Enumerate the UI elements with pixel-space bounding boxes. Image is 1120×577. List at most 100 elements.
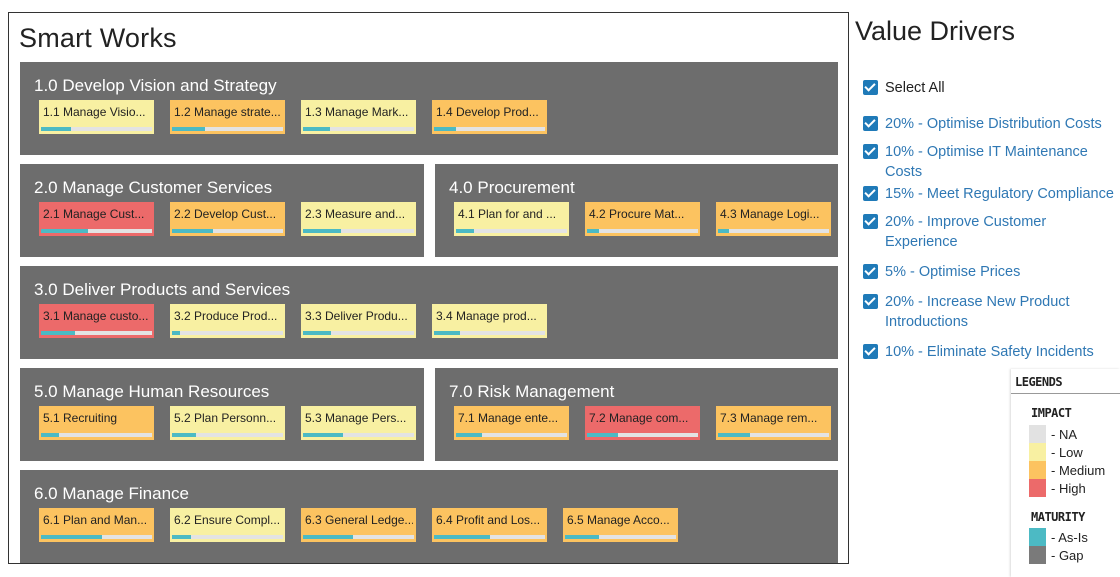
checkbox-checked-icon[interactable]: [863, 80, 878, 95]
card-label: 2.2 Develop Cust...: [174, 207, 277, 221]
card-label: 7.2 Manage com...: [589, 411, 689, 425]
card-label: 1.3 Manage Mark...: [305, 105, 409, 119]
capability-card[interactable]: 1.3 Manage Mark...: [301, 100, 416, 134]
checkbox-checked-icon[interactable]: [863, 116, 878, 131]
checkbox-checked-icon[interactable]: [863, 294, 878, 309]
checkbox-checked-icon[interactable]: [863, 186, 878, 201]
maturity-bar: [718, 229, 829, 233]
capability-card[interactable]: 7.3 Manage rem...: [716, 406, 831, 440]
capability-card[interactable]: 6.3 General Ledge...: [301, 508, 416, 542]
capability-card[interactable]: 7.2 Manage com...: [585, 406, 700, 440]
capability-card[interactable]: 4.2 Procure Mat...: [585, 202, 700, 236]
legend-label: - High: [1051, 480, 1086, 496]
checkbox-checked-icon[interactable]: [863, 214, 878, 229]
capability-group: 4.0 Procurement 4.1 Plan for and ... 4.2 P…: [435, 164, 838, 257]
maturity-bar: [456, 229, 567, 233]
value-driver-label: 20% - Improve Customer Experience: [885, 214, 1047, 250]
capability-card[interactable]: 3.2 Produce Prod...: [170, 304, 285, 338]
value-driver-item[interactable]: 20% - Improve Customer Experience: [863, 212, 1120, 252]
card-label: 1.2 Manage strate...: [174, 105, 281, 119]
select-all-checkbox[interactable]: Select All: [863, 78, 945, 98]
maturity-fill: [41, 433, 59, 437]
maturity-fill: [587, 229, 600, 233]
maturity-fill: [172, 127, 206, 131]
legend-swatch: [1029, 461, 1046, 479]
maturity-fill: [565, 535, 600, 539]
maturity-bar: [303, 229, 414, 233]
legend-impact-title: IMPACT: [1031, 406, 1072, 420]
capability-card[interactable]: 4.3 Manage Logi...: [716, 202, 831, 236]
capability-card[interactable]: 5.3 Manage Pers...: [301, 406, 416, 440]
capability-card[interactable]: 5.2 Plan Personn...: [170, 406, 285, 440]
legend-divider: [1011, 393, 1120, 394]
group-title: 4.0 Procurement: [449, 178, 575, 197]
checkbox-checked-icon[interactable]: [863, 344, 878, 359]
maturity-bar: [172, 433, 283, 437]
legend-label: - As-Is: [1051, 529, 1088, 545]
maturity-bar: [587, 433, 698, 437]
capability-group: 7.0 Risk Management 7.1 Manage ente... 7.2…: [435, 368, 838, 461]
value-driver-item[interactable]: 5% - Optimise Prices: [863, 262, 1120, 282]
capability-group: 3.0 Deliver Products and Services 3.1 Man…: [20, 266, 838, 359]
capability-card[interactable]: 2.1 Manage Cust...: [39, 202, 154, 236]
checkbox-checked-icon[interactable]: [863, 144, 878, 159]
card-label: 5.3 Manage Pers...: [305, 411, 407, 425]
capability-card[interactable]: 3.4 Manage prod...: [432, 304, 547, 338]
value-driver-label: 10% - Eliminate Safety Incidents: [885, 344, 1094, 360]
maturity-bar: [434, 535, 545, 539]
capability-card[interactable]: 2.2 Develop Cust...: [170, 202, 285, 236]
maturity-fill: [41, 331, 76, 335]
legend-label: - Low: [1051, 444, 1083, 460]
maturity-bar: [434, 331, 545, 335]
maturity-fill: [303, 433, 343, 437]
capability-card[interactable]: 6.1 Plan and Man...: [39, 508, 154, 542]
value-driver-label: 15% - Meet Regulatory Compliance: [885, 186, 1114, 202]
maturity-fill: [456, 229, 474, 233]
legend-row: - Gap: [1029, 546, 1084, 564]
capability-card[interactable]: 1.1 Manage Visio...: [39, 100, 154, 134]
maturity-fill: [303, 331, 331, 335]
legend-label: - Medium: [1051, 462, 1106, 478]
value-driver-label: 5% - Optimise Prices: [885, 264, 1021, 280]
maturity-fill: [41, 127, 71, 131]
value-driver-item[interactable]: 20% - Increase New Product Introductions: [863, 292, 1120, 332]
maturity-bar: [41, 331, 152, 335]
legend-swatch: [1029, 479, 1046, 497]
value-driver-item[interactable]: 20% - Optimise Distribution Costs: [863, 114, 1120, 134]
maturity-fill: [172, 433, 197, 437]
capability-card[interactable]: 1.4 Develop Prod...: [432, 100, 547, 134]
card-label: 6.1 Plan and Man...: [43, 513, 148, 527]
capability-card[interactable]: 6.2 Ensure Compl...: [170, 508, 285, 542]
capability-card[interactable]: 3.3 Deliver Produ...: [301, 304, 416, 338]
maturity-bar: [172, 127, 283, 131]
capability-card[interactable]: 2.3 Measure and...: [301, 202, 416, 236]
legend-row: - Medium: [1029, 461, 1105, 479]
capability-card[interactable]: 6.5 Manage Acco...: [563, 508, 678, 542]
card-label: 5.1 Recruiting: [43, 411, 118, 425]
maturity-bar: [41, 535, 152, 539]
capability-card[interactable]: 1.2 Manage strate...: [170, 100, 285, 134]
maturity-fill: [434, 331, 460, 335]
legend-swatch: [1029, 425, 1046, 443]
capability-group: 6.0 Manage Finance 6.1 Plan and Man... 6.2…: [20, 470, 838, 563]
value-driver-label: 20% - Increase New Product Introductions: [885, 294, 1070, 330]
capability-card[interactable]: 3.1 Manage custo...: [39, 304, 154, 338]
maturity-bar: [172, 229, 283, 233]
capability-card[interactable]: 4.1 Plan for and ...: [454, 202, 569, 236]
page-title: Smart Works: [19, 23, 177, 53]
maturity-bar: [456, 433, 567, 437]
legend-row: - As-Is: [1029, 528, 1088, 546]
card-label: 6.4 Profit and Los...: [436, 513, 541, 527]
legend-maturity-title: MATURITY: [1031, 510, 1085, 524]
value-driver-item[interactable]: 10% - Optimise IT Maintenance Costs: [863, 142, 1120, 182]
capability-card[interactable]: 5.1 Recruiting: [39, 406, 154, 440]
legend-swatch: [1029, 443, 1046, 461]
maturity-bar: [303, 331, 414, 335]
maturity-fill: [303, 127, 330, 131]
value-driver-item[interactable]: 15% - Meet Regulatory Compliance: [863, 184, 1120, 204]
capability-card[interactable]: 6.4 Profit and Los...: [432, 508, 547, 542]
checkbox-checked-icon[interactable]: [863, 264, 878, 279]
maturity-bar: [303, 535, 414, 539]
value-driver-item[interactable]: 10% - Eliminate Safety Incidents: [863, 342, 1120, 362]
capability-card[interactable]: 7.1 Manage ente...: [454, 406, 569, 440]
